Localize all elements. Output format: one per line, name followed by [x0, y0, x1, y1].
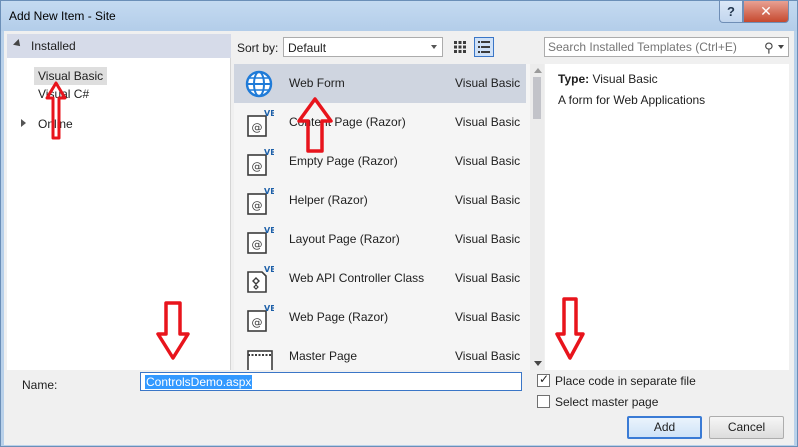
- sort-select[interactable]: Default: [283, 37, 443, 57]
- small-icons-view-button[interactable]: [474, 37, 494, 57]
- template-name: Layout Page (Razor): [289, 232, 400, 246]
- name-input-value: ControlsDemo.aspx: [145, 375, 253, 389]
- window-title: Add New Item - Site: [9, 9, 116, 23]
- vb-razor-icon: @ VB: [247, 148, 274, 176]
- annotation-arrow-down-icon: [156, 301, 190, 360]
- svg-text:VB: VB: [264, 109, 274, 118]
- svg-text:@: @: [252, 121, 263, 134]
- select-master-page-label[interactable]: Select master page: [555, 395, 658, 409]
- grid-view-icon: [454, 41, 466, 53]
- template-name: Helper (Razor): [289, 193, 368, 207]
- template-language: Visual Basic: [455, 232, 521, 246]
- template-row-web-page-razor[interactable]: @ VB Web Page (Razor) Visual Basic: [234, 298, 526, 337]
- template-row-helper-razor[interactable]: @ VB Helper (Razor) Visual Basic: [234, 181, 526, 220]
- svg-text:VB: VB: [264, 148, 274, 157]
- template-list: Web Form Visual Basic @ VB Content Page …: [234, 64, 544, 370]
- detail-type-label: Type:: [558, 72, 590, 86]
- detail-type-row: Type: Visual Basic: [558, 72, 658, 86]
- vb-class-icon: VB: [247, 265, 274, 293]
- add-new-item-dialog: Add New Item - Site ? ✕ Installed Visual…: [0, 0, 798, 447]
- chevron-down-icon[interactable]: [778, 45, 784, 49]
- annotation-arrow-down-icon: [555, 297, 585, 360]
- template-row-empty-page-razor[interactable]: @ VB Empty Page (Razor) Visual Basic: [234, 142, 526, 181]
- name-input[interactable]: ControlsDemo.aspx: [140, 372, 522, 391]
- close-icon: ✕: [760, 3, 772, 19]
- svg-text:@: @: [252, 238, 263, 251]
- place-code-separate-file-label[interactable]: Place code in separate file: [555, 374, 696, 388]
- list-view-icon: [478, 41, 490, 53]
- template-language: Visual Basic: [455, 310, 521, 324]
- search-templates-box: ⚲: [544, 37, 789, 57]
- vb-razor-icon: @ VB: [247, 226, 274, 254]
- template-language: Visual Basic: [455, 349, 521, 363]
- svg-text:VB: VB: [264, 226, 274, 235]
- dialog-client: Installed Visual Basic Visual C# Online …: [4, 31, 794, 445]
- master-page-icon: [247, 350, 273, 370]
- template-language: Visual Basic: [455, 154, 521, 168]
- medium-icons-view-button[interactable]: [450, 37, 470, 57]
- name-section: Name: ControlsDemo.aspx Place code in se…: [4, 370, 794, 445]
- svg-text:VB: VB: [264, 187, 274, 196]
- help-button[interactable]: ?: [719, 1, 743, 23]
- add-button[interactable]: Add: [627, 416, 702, 439]
- svg-text:VB: VB: [264, 265, 274, 274]
- place-code-separate-file-checkbox[interactable]: [537, 372, 550, 387]
- template-name: Master Page: [289, 349, 358, 363]
- globe-icon: [245, 70, 273, 98]
- svg-text:@: @: [252, 160, 263, 173]
- template-name: Web Form: [289, 76, 345, 90]
- template-list-scrollbar[interactable]: [530, 64, 544, 370]
- scrollbar-thumb[interactable]: [533, 77, 541, 119]
- installed-label: Installed: [31, 39, 76, 53]
- select-master-page-checkbox[interactable]: [537, 395, 550, 408]
- template-name: Web API Controller Class: [289, 271, 425, 285]
- category-tree: Installed Visual Basic Visual C# Online: [7, 34, 231, 370]
- scroll-down-icon[interactable]: [534, 361, 542, 366]
- template-name: Empty Page (Razor): [289, 154, 398, 168]
- template-row-content-page-razor[interactable]: @ VB Content Page (Razor) Visual Basic: [234, 103, 526, 142]
- cancel-button[interactable]: Cancel: [709, 416, 784, 439]
- template-language: Visual Basic: [455, 76, 521, 90]
- sort-value: Default: [288, 41, 327, 55]
- installed-header[interactable]: Installed: [7, 34, 231, 58]
- template-language: Visual Basic: [455, 193, 521, 207]
- vb-razor-icon: @ VB: [247, 109, 274, 137]
- svg-text:@: @: [252, 199, 263, 212]
- template-language: Visual Basic: [455, 271, 521, 285]
- title-bar[interactable]: Add New Item - Site ? ✕: [1, 1, 797, 31]
- sort-by-label: Sort by:: [237, 41, 279, 55]
- scroll-up-icon[interactable]: [534, 68, 542, 73]
- close-button[interactable]: ✕: [743, 1, 789, 23]
- template-row-master-page[interactable]: Master Page Visual Basic: [234, 337, 526, 370]
- search-icon[interactable]: ⚲: [764, 40, 774, 56]
- svg-text:@: @: [252, 316, 263, 329]
- svg-text:VB: VB: [264, 304, 274, 313]
- detail-type-value: Visual Basic: [592, 72, 658, 86]
- template-row-web-api-controller-class[interactable]: VB Web API Controller Class Visual Basic: [234, 259, 526, 298]
- chevron-down-icon: [431, 45, 437, 49]
- help-icon: ?: [727, 4, 735, 19]
- vb-razor-icon: @ VB: [247, 187, 274, 215]
- search-input[interactable]: [548, 39, 758, 55]
- annotation-arrow-up-icon: [45, 81, 67, 140]
- expanded-triangle-icon[interactable]: [13, 39, 23, 49]
- vb-razor-icon: @ VB: [247, 304, 274, 332]
- detail-description: A form for Web Applications: [558, 93, 706, 107]
- template-row-layout-page-razor[interactable]: @ VB Layout Page (Razor) Visual Basic: [234, 220, 526, 259]
- template-name: Web Page (Razor): [289, 310, 389, 324]
- collapsed-triangle-icon[interactable]: [21, 119, 26, 127]
- annotation-arrow-up-icon: [297, 97, 333, 153]
- template-language: Visual Basic: [455, 115, 521, 129]
- name-label: Name:: [22, 378, 58, 392]
- template-row-web-form[interactable]: Web Form Visual Basic: [234, 64, 526, 103]
